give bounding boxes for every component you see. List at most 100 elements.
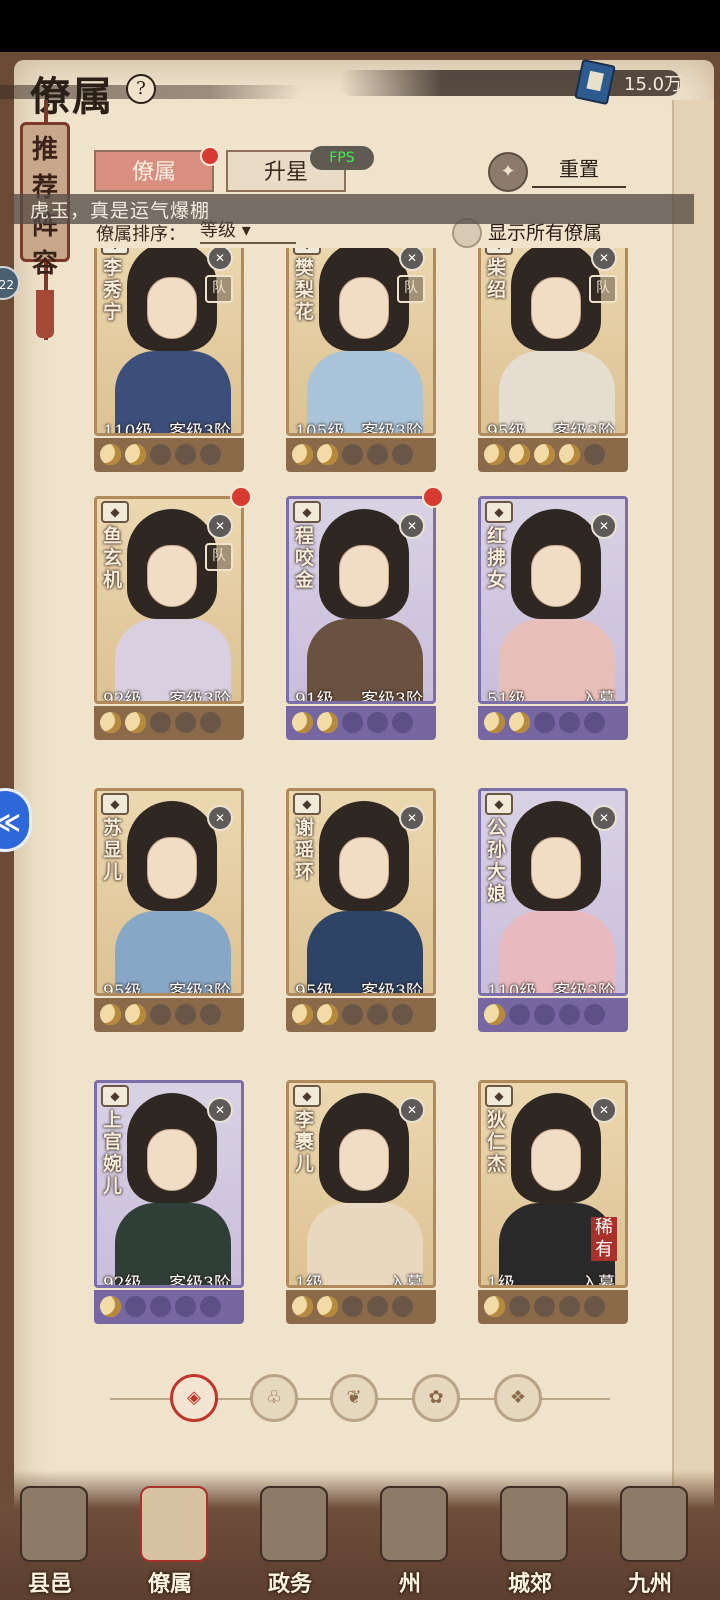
- card-level: 1级: [295, 1274, 323, 1288]
- card-level: 95级: [295, 982, 334, 996]
- nav-subordinates[interactable]: 僚属: [120, 1478, 220, 1598]
- star-pips: [478, 438, 628, 472]
- empty-star-slot: [584, 1004, 605, 1025]
- category-icon: ◆: [485, 1085, 513, 1107]
- star-pips: [478, 1290, 628, 1324]
- card-level: 105级: [295, 422, 345, 436]
- empty-star-slot: [200, 1296, 221, 1317]
- card-level: 95级: [103, 982, 142, 996]
- card-rank: 客级3阶: [553, 982, 615, 996]
- skill-icon: ✕: [207, 1097, 233, 1123]
- star-pips: [286, 438, 436, 472]
- moon-star-icon: [509, 444, 530, 465]
- moon-star-icon: [484, 444, 505, 465]
- nav-county[interactable]: 县邑: [0, 1478, 100, 1598]
- empty-star-slot: [200, 444, 221, 465]
- skill-icon: ✕: [207, 805, 233, 831]
- nav-label: 九州: [627, 1571, 672, 1597]
- category-icon: ◆: [101, 501, 129, 523]
- reset-icon[interactable]: ✦: [488, 152, 528, 192]
- reset-button[interactable]: 重置: [532, 152, 626, 188]
- card-frame: ◆柴绍✕队95级客级3阶: [478, 248, 628, 436]
- category-icon: ◆: [485, 248, 513, 255]
- nav-label: 城郊: [507, 1571, 552, 1597]
- star-pips: [94, 998, 244, 1032]
- empty-star-slot: [559, 712, 580, 733]
- filter-gourd-icon[interactable]: ❦: [330, 1374, 378, 1422]
- card-rank: 客级3阶: [361, 422, 423, 436]
- portrait-face: [147, 837, 197, 899]
- subordinate-card[interactable]: ◆ 红拂女 ✕ 51级 入幕: [478, 488, 630, 740]
- portrait-face: [531, 837, 581, 899]
- card-frame: ◆樊梨花✕队105级客级3阶: [286, 248, 436, 436]
- nav-nine-states[interactable]: 九州: [600, 1478, 700, 1598]
- filter-lion-icon[interactable]: ❖: [494, 1374, 542, 1422]
- moon-star-icon: [125, 712, 146, 733]
- subordinate-card[interactable]: ◆ 李裹儿 ✕ 1级 入幕: [286, 1072, 438, 1324]
- subordinate-card[interactable]: ◆ 程咬金 ✕ 91级 客级3阶: [286, 486, 444, 740]
- card-frame: ◆ 苏显儿 ✕ 95级 客级3阶: [94, 788, 244, 996]
- subordinate-card[interactable]: ◆李秀宁✕队110级客级3阶: [94, 248, 246, 472]
- empty-star-slot: [584, 1296, 605, 1317]
- empty-star-slot: [559, 1296, 580, 1317]
- empty-star-slot: [150, 444, 171, 465]
- portrait-face: [339, 1129, 389, 1191]
- nav-prefecture[interactable]: 州: [360, 1478, 460, 1598]
- subordinate-card[interactable]: ◆ 上官婉儿 ✕ 92级 客级3阶: [94, 1072, 246, 1324]
- subordinate-card[interactable]: ◆ 公孙大娘 ✕ 110级 客级3阶: [478, 780, 630, 1032]
- nav-suburbs[interactable]: 城郊: [480, 1478, 580, 1598]
- tab-alert-dot: [200, 146, 220, 166]
- empty-star-slot: [150, 1296, 171, 1317]
- moon-star-icon: [317, 1004, 338, 1025]
- card-rank: 客级3阶: [553, 422, 615, 436]
- category-icon: ◆: [293, 793, 321, 815]
- subordinate-card[interactable]: ◆ 鱼玄机 ✕ 队 92级 客级3阶: [94, 486, 252, 740]
- help-icon[interactable]: ?: [126, 74, 156, 104]
- filter-bell-icon[interactable]: ♧: [250, 1374, 298, 1422]
- empty-star-slot: [342, 444, 363, 465]
- moon-star-icon: [317, 712, 338, 733]
- filter-fan-icon[interactable]: ✿: [412, 1374, 460, 1422]
- empty-star-slot: [175, 444, 196, 465]
- recommend-lineup-button[interactable]: 推荐阵容: [20, 122, 70, 279]
- subordinates-icon: [140, 1486, 208, 1562]
- star-pips: [286, 1290, 436, 1324]
- affairs-icon: [260, 1486, 328, 1562]
- empty-star-slot: [367, 1296, 388, 1317]
- moon-star-icon: [484, 712, 505, 733]
- empty-star-slot: [392, 444, 413, 465]
- nav-affairs[interactable]: 政务: [240, 1478, 340, 1598]
- skill-icon: ✕: [591, 805, 617, 831]
- card-name: 李秀宁: [103, 257, 123, 323]
- card-name: 柴绍: [487, 257, 507, 301]
- subordinate-card[interactable]: ◆柴绍✕队95级客级3阶: [478, 248, 630, 472]
- moon-star-icon: [125, 1004, 146, 1025]
- category-icon: ◆: [293, 1085, 321, 1107]
- card-name: 谢瑶环: [295, 817, 315, 883]
- portrait-face: [147, 277, 197, 339]
- moon-star-icon: [317, 1296, 338, 1317]
- county-icon: [20, 1486, 88, 1562]
- portrait-face: [147, 545, 197, 607]
- recommend-tassel: [36, 290, 54, 338]
- empty-star-slot: [342, 712, 363, 733]
- card-name: 公孙大娘: [487, 817, 507, 905]
- empty-star-slot: [584, 444, 605, 465]
- status-bar: [0, 0, 720, 52]
- subordinate-card[interactable]: ◆ 狄仁杰 ✕ 稀有 1级 入幕: [478, 1072, 630, 1324]
- moon-star-icon: [559, 444, 580, 465]
- empty-star-slot: [125, 1296, 146, 1317]
- filter-all-icon[interactable]: ◈: [170, 1374, 218, 1422]
- empty-star-slot: [200, 712, 221, 733]
- tab-subordinates[interactable]: 僚属: [94, 150, 214, 192]
- subordinate-card[interactable]: ◆樊梨花✕队105级客级3阶: [286, 248, 438, 472]
- subordinate-card[interactable]: ◆ 苏显儿 ✕ 95级 客级3阶: [94, 780, 246, 1032]
- team-icon: 队: [397, 275, 425, 303]
- portrait-face: [339, 277, 389, 339]
- subordinate-card[interactable]: ◆ 谢瑶环 ✕ 95级 客级3阶: [286, 780, 438, 1032]
- card-name: 鱼玄机: [103, 525, 123, 591]
- card-rank: 入幕: [581, 1274, 615, 1288]
- fps-overlay: FPS: [310, 146, 374, 170]
- empty-star-slot: [367, 712, 388, 733]
- empty-star-slot: [509, 1004, 530, 1025]
